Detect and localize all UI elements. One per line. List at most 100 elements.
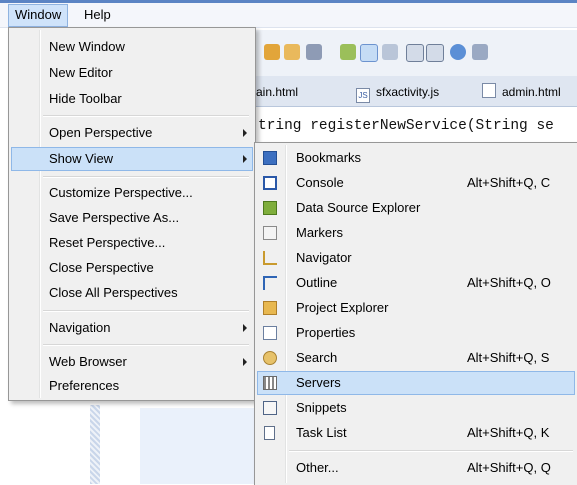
markers-icon — [263, 226, 277, 240]
menu-item-close-all-perspectives[interactable]: Close All Perspectives — [11, 281, 253, 305]
menu-accelerator: Alt+Shift+Q, O — [467, 275, 551, 290]
project-explorer-icon — [263, 301, 277, 315]
menu-item-label: Bookmarks — [296, 150, 362, 165]
menu-accelerator: Alt+Shift+Q, K — [467, 425, 550, 440]
open-folder-icon[interactable] — [264, 44, 280, 60]
view-item-data-source-explorer[interactable]: Data Source Explorer — [257, 196, 575, 220]
view-item-project-explorer[interactable]: Project Explorer — [257, 296, 575, 320]
editor-tabs: ain.html JS sfxactivity.js admin.html — [250, 76, 577, 107]
view-item-navigator[interactable]: Navigator — [257, 246, 575, 270]
task-list-icon — [264, 426, 275, 440]
menu-item-label: Data Source Explorer — [296, 200, 421, 215]
editor-gutter — [90, 405, 100, 484]
menu-item-label: Reset Perspective... — [49, 235, 166, 250]
run-icon[interactable] — [340, 44, 356, 60]
menu-item-label: Search — [296, 350, 338, 365]
menu-item-label: Web Browser — [49, 354, 127, 369]
menu-separator — [43, 176, 249, 178]
servers-icon — [263, 376, 277, 390]
menu-item-label: Servers — [296, 375, 341, 390]
globe-icon[interactable] — [450, 44, 466, 60]
menu-item-label: Markers — [296, 225, 343, 240]
menu-item-open-perspective[interactable]: Open Perspective — [11, 121, 253, 145]
view-item-properties[interactable]: Properties — [257, 321, 575, 345]
view-item-search[interactable]: Search Alt+Shift+Q, S — [257, 346, 575, 370]
menu-item-label: Save Perspective As... — [49, 210, 180, 225]
menu-accelerator: Alt+Shift+Q, C — [467, 175, 551, 190]
menu-item-label: Console — [296, 175, 344, 190]
menu-item-navigation[interactable]: Navigation — [11, 316, 253, 340]
menu-item-preferences[interactable]: Preferences — [11, 374, 253, 398]
snippets-icon — [263, 401, 277, 415]
code-line: tring registerNewService(String se — [258, 118, 554, 134]
window-menu: New Window New Editor Hide Toolbar Open … — [8, 27, 256, 401]
folder-icon[interactable] — [284, 44, 300, 60]
wand-icon[interactable] — [306, 44, 322, 60]
menu-item-label: Show View — [49, 151, 114, 166]
menu-item-close-perspective[interactable]: Close Perspective — [11, 256, 253, 280]
js-file-icon: JS — [356, 88, 370, 103]
view-item-servers[interactable]: Servers — [257, 371, 575, 395]
menu-help[interactable]: Help — [78, 4, 117, 25]
properties-icon — [263, 326, 277, 340]
menu-item-label: Project Explorer — [296, 300, 389, 315]
menu-window[interactable]: Window — [8, 4, 69, 27]
tab-sfxactivity-js[interactable]: JS sfxactivity.js — [356, 82, 440, 103]
menu-item-label: Open Perspective — [49, 125, 153, 140]
html-file-icon — [482, 83, 496, 98]
users-icon[interactable] — [472, 44, 488, 60]
menu-item-label: Hide Toolbar — [49, 91, 122, 106]
menu-item-label: Close All Perspectives — [49, 285, 178, 300]
menu-item-web-browser[interactable]: Web Browser — [11, 350, 253, 374]
menu-bar: Window Help — [0, 3, 577, 28]
menu-item-label: Outline — [296, 275, 338, 290]
tab-label: sfxactivity.js — [376, 85, 440, 99]
menu-item-label: Snippets — [296, 400, 347, 415]
menu-item-label: Navigator — [296, 250, 352, 265]
highlight-icon[interactable] — [360, 44, 378, 62]
menu-item-label: Close Perspective — [49, 260, 154, 275]
view-item-other[interactable]: Other... Alt+Shift+Q, Q — [257, 456, 575, 480]
menu-item-label: Preferences — [49, 378, 120, 393]
view-item-task-list[interactable]: Task List Alt+Shift+Q, K — [257, 421, 575, 445]
menu-item-label: New Window — [49, 39, 125, 54]
navigator-icon — [263, 251, 277, 265]
menu-item-hide-toolbar[interactable]: Hide Toolbar — [11, 87, 253, 111]
menu-accelerator: Alt+Shift+Q, S — [467, 350, 550, 365]
submenu-arrow-icon — [243, 358, 247, 366]
tab-main-html[interactable]: ain.html — [256, 82, 298, 102]
menu-item-label: Properties — [296, 325, 356, 340]
toggle-block-icon[interactable] — [406, 44, 424, 62]
menu-separator — [43, 344, 249, 346]
menu-item-save-perspective-as[interactable]: Save Perspective As... — [11, 206, 253, 230]
view-item-markers[interactable]: Markers — [257, 221, 575, 245]
submenu-arrow-icon — [243, 324, 247, 332]
editor-area — [140, 408, 260, 484]
menu-item-label: New Editor — [49, 65, 113, 80]
submenu-arrow-icon — [243, 155, 247, 163]
view-item-snippets[interactable]: Snippets — [257, 396, 575, 420]
tab-admin-html[interactable]: admin.html — [482, 82, 561, 102]
tab-label: ain.html — [256, 85, 299, 99]
search-icon — [263, 351, 277, 365]
main-toolbar — [250, 30, 577, 76]
data-source-icon — [263, 201, 277, 215]
view-item-console[interactable]: Console Alt+Shift+Q, C — [257, 171, 575, 195]
view-item-bookmarks[interactable]: Bookmarks — [257, 146, 575, 170]
submenu-arrow-icon — [243, 129, 247, 137]
menu-item-new-editor[interactable]: New Editor — [11, 61, 253, 85]
next-annotation-icon[interactable] — [382, 44, 398, 60]
menu-item-label: Other... — [296, 460, 339, 475]
show-whitespace-icon[interactable] — [426, 44, 444, 62]
menu-item-reset-perspective[interactable]: Reset Perspective... — [11, 231, 253, 255]
console-icon — [263, 176, 277, 190]
view-item-outline[interactable]: Outline Alt+Shift+Q, O — [257, 271, 575, 295]
bookmarks-icon — [263, 151, 277, 165]
menu-item-label: Task List — [296, 425, 347, 440]
menu-item-customize-perspective[interactable]: Customize Perspective... — [11, 181, 253, 205]
menu-item-label: Navigation — [49, 320, 111, 335]
tab-label: admin.html — [502, 85, 561, 99]
menu-item-show-view[interactable]: Show View — [11, 147, 253, 171]
menu-item-new-window[interactable]: New Window — [11, 35, 253, 59]
menu-separator — [43, 115, 249, 117]
